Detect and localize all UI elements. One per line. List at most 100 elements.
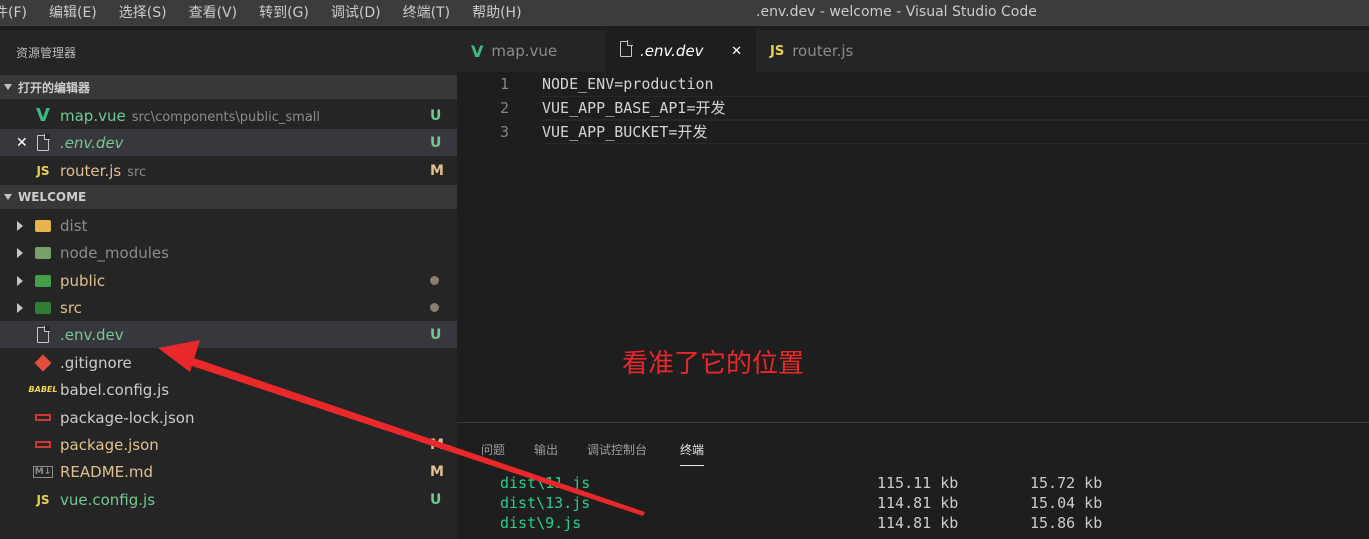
chevron-down-icon: [4, 84, 12, 90]
tree-item-label: .env.dev: [60, 325, 124, 344]
tree-item-babel-config[interactable]: BABEL babel.config.js: [0, 376, 457, 403]
git-status-badge: M: [430, 463, 444, 480]
tree-item-env-dev[interactable]: .env.dev U: [0, 321, 457, 348]
tree-item-label: babel.config.js: [60, 380, 170, 399]
tree-item-package-lock[interactable]: package-lock.json: [0, 404, 457, 431]
npm-icon: [34, 409, 52, 427]
menu-file[interactable]: 件(F): [0, 0, 27, 26]
tree-item-label: package-lock.json: [60, 408, 195, 427]
chevron-down-icon: [4, 194, 12, 200]
workspace-header[interactable]: WELCOME: [0, 185, 457, 209]
tree-item-node-modules[interactable]: node_modules: [0, 239, 457, 266]
close-icon[interactable]: ✕: [731, 44, 742, 59]
tab-debug-console[interactable]: 调试控制台: [587, 441, 647, 458]
menu-help[interactable]: 帮助(H): [472, 0, 521, 26]
tree-item-label: src: [60, 298, 82, 317]
open-editors-header[interactable]: 打开的编辑器: [0, 75, 457, 99]
terminal-file: dist\13.js: [500, 494, 591, 512]
terminal-gzip: 15.72 kb: [1030, 474, 1103, 492]
code-editor[interactable]: 1 NODE_ENV=production 2 VUE_APP_BASE_API…: [457, 72, 1369, 422]
git-status-badge: M: [430, 436, 444, 453]
tab-env-dev[interactable]: .env.dev ✕: [606, 30, 756, 72]
terminal-gzip: 15.86 kb: [1030, 514, 1103, 532]
tab-problems[interactable]: 问题: [481, 441, 505, 458]
tab-map-vue[interactable]: V map.vue: [457, 30, 606, 72]
close-icon[interactable]: ✕: [16, 135, 28, 151]
line-number: 3: [499, 123, 509, 141]
open-editors-label: 打开的编辑器: [18, 80, 91, 95]
vue-icon: V: [471, 41, 484, 61]
menu-go[interactable]: 转到(G): [259, 0, 309, 26]
tree-item-src[interactable]: src: [0, 294, 457, 321]
open-editor-item[interactable]: V map.vue src\components\public_small U: [0, 102, 457, 129]
open-editor-label: router.js src: [60, 161, 147, 180]
git-status-badge: U: [430, 326, 442, 343]
line-number: 1: [499, 75, 509, 93]
tree-item-vue-config[interactable]: JS vue.config.js U: [0, 486, 457, 513]
tree-item-label: public: [60, 271, 106, 290]
js-icon: JS: [36, 492, 50, 507]
tab-output[interactable]: 输出: [534, 441, 558, 458]
file-icon: [34, 325, 52, 344]
tree-item-label: vue.config.js: [60, 490, 156, 509]
line-text: VUE_APP_BUCKET=开发: [542, 123, 708, 141]
explorer-title: 资源管理器: [16, 46, 77, 60]
annotation-text: 看准了它的位置: [622, 349, 805, 379]
git-icon: [34, 354, 52, 372]
tree-item-label: package.json: [60, 435, 159, 454]
public-folder-icon: [34, 272, 52, 290]
js-icon: JS: [770, 43, 785, 59]
tree-item-package-json[interactable]: package.json M: [0, 431, 457, 458]
tree-item-gitignore[interactable]: .gitignore: [0, 349, 457, 376]
terminal-file: dist\11.js: [500, 474, 591, 492]
terminal-file: dist\9.js: [500, 514, 582, 532]
tab-label: .env.dev: [640, 42, 704, 60]
open-editor-item[interactable]: ✕ .env.dev U: [0, 129, 457, 156]
tab-label: router.js: [792, 42, 854, 60]
file-icon: [34, 133, 52, 152]
open-editor-item[interactable]: JS router.js src M: [0, 157, 457, 184]
tree-item-public[interactable]: public: [0, 267, 457, 294]
git-status-badge: U: [430, 107, 442, 124]
modified-dot: [430, 276, 439, 285]
workspace-label: WELCOME: [18, 190, 87, 204]
chevron-right-icon: [17, 302, 23, 313]
tab-router-js[interactable]: JS router.js: [756, 30, 906, 72]
code-line: 2 VUE_APP_BASE_API=开发: [457, 96, 1369, 120]
terminal-gzip: 15.04 kb: [1030, 494, 1103, 512]
chevron-right-icon: [17, 275, 23, 286]
terminal-size: 114.81 kb: [877, 494, 959, 512]
editor-tab-bar: V map.vue .env.dev ✕ JS router.js: [457, 30, 1369, 72]
menu-bar: 件(F) 编辑(E) 选择(S) 查看(V) 转到(G) 调试(D) 终端(T)…: [0, 0, 544, 26]
menu-view[interactable]: 查看(V): [189, 0, 238, 26]
menu-selection[interactable]: 选择(S): [119, 0, 167, 26]
explorer-sidebar: 资源管理器 打开的编辑器 V map.vue src\components\pub…: [0, 30, 457, 539]
title-bar: 件(F) 编辑(E) 选择(S) 查看(V) 转到(G) 调试(D) 终端(T)…: [0, 0, 1369, 26]
tab-terminal[interactable]: 终端: [680, 441, 705, 466]
babel-icon: BABEL: [28, 385, 58, 394]
src-folder-icon: [34, 299, 52, 317]
vue-icon: V: [36, 105, 50, 126]
line-text: NODE_ENV=production: [542, 75, 714, 93]
terminal-line: dist\11.js 115.11 kb 15.72 kb: [457, 473, 1369, 493]
code-line: 3 VUE_APP_BUCKET=开发: [457, 120, 1369, 144]
tree-item-dist[interactable]: dist: [0, 212, 457, 239]
terminal-line: dist\9.js 114.81 kb 15.86 kb: [457, 513, 1369, 533]
open-editor-label: map.vue src\components\public_small: [60, 106, 321, 125]
open-editor-label: .env.dev: [60, 133, 124, 152]
window-title: .env.dev - welcome - Visual Studio Code: [756, 4, 1037, 20]
js-icon: JS: [36, 163, 50, 178]
file-icon: [620, 40, 633, 61]
menu-terminal[interactable]: 终端(T): [403, 0, 450, 26]
chevron-right-icon: [17, 220, 23, 231]
tree-item-readme[interactable]: M↓ README.md M: [0, 458, 457, 485]
tree-item-label: README.md: [60, 462, 154, 481]
chevron-right-icon: [17, 247, 23, 258]
line-text: VUE_APP_BASE_API=开发: [542, 99, 726, 117]
line-number: 2: [499, 99, 509, 117]
tree-item-label: dist: [60, 216, 88, 235]
tab-label: map.vue: [491, 42, 558, 60]
menu-edit[interactable]: 编辑(E): [49, 0, 97, 26]
terminal-size: 114.81 kb: [877, 514, 959, 532]
menu-debug[interactable]: 调试(D): [331, 0, 381, 26]
